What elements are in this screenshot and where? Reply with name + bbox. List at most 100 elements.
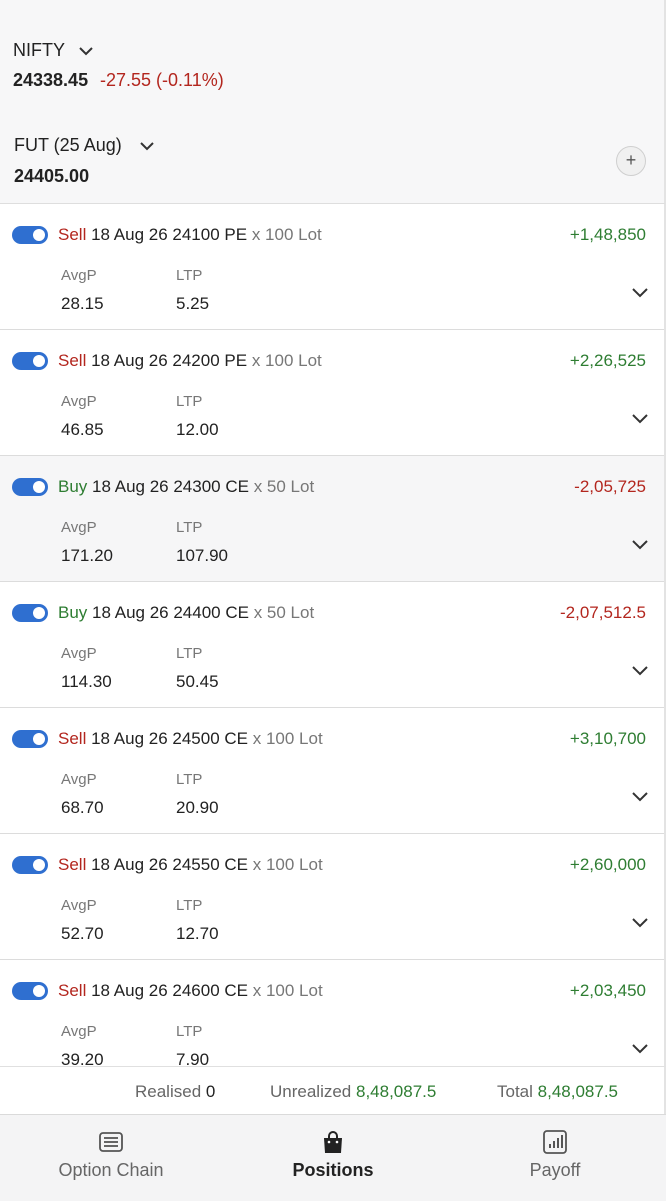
avgp-value: 171.20: [61, 546, 113, 565]
chevron-down-icon[interactable]: [630, 1038, 650, 1058]
avgp-label: AvgP: [61, 645, 97, 662]
avgp-label: AvgP: [61, 771, 97, 788]
total-value: 8,48,087.5: [537, 1082, 619, 1101]
total-summary: Total 8,48,087.5: [497, 1082, 618, 1102]
position-row[interactable]: Buy 18 Aug 26 24300 CE x 50 Lot -2,05,72…: [0, 456, 664, 582]
unrealized-summary: Unrealized 8,48,087.5: [270, 1082, 436, 1102]
position-title: Buy 18 Aug 26 24300 CE x 50 Lot: [58, 477, 314, 497]
nav-option-chain[interactable]: Option Chain: [0, 1115, 222, 1201]
realised-label: Realised: [135, 1082, 202, 1101]
ltp-value: 20.90: [176, 798, 219, 817]
position-lots: x 100 Lot: [252, 729, 323, 748]
chevron-down-icon[interactable]: [630, 786, 650, 806]
position-contract: 18 Aug 26 24600 CE: [91, 981, 249, 1000]
position-title: Sell 18 Aug 26 24600 CE x 100 Lot: [58, 981, 323, 1001]
index-change: -27.55 (-0.11%): [100, 70, 224, 90]
nav-positions[interactable]: Positions: [222, 1115, 444, 1201]
chevron-down-icon[interactable]: [630, 408, 650, 428]
positions-list[interactable]: Sell 18 Aug 26 24100 PE x 100 Lot +1,48,…: [0, 204, 666, 1066]
position-toggle[interactable]: [12, 352, 48, 370]
position-contract: 18 Aug 26 24300 CE: [92, 477, 249, 496]
add-position-button[interactable]: +: [616, 146, 646, 176]
chevron-down-icon: [79, 46, 93, 55]
index-header: NIFTY 24338.45 -27.55 (-0.11%): [0, 0, 666, 118]
unrealized-label: Unrealized: [270, 1082, 352, 1101]
ltp-value: 12.70: [176, 924, 219, 943]
chevron-down-icon[interactable]: [630, 282, 650, 302]
position-side: Buy: [58, 603, 88, 622]
position-toggle[interactable]: [12, 604, 48, 622]
total-label: Total: [497, 1082, 533, 1101]
position-side: Sell: [58, 981, 87, 1000]
position-side: Buy: [58, 477, 88, 496]
avgp-value: 39.20: [61, 1050, 104, 1066]
futures-selector[interactable]: FUT (25 Aug): [14, 135, 156, 156]
position-row[interactable]: Sell 18 Aug 26 24200 PE x 100 Lot +2,26,…: [0, 330, 664, 456]
position-pnl: +2,26,525: [569, 351, 646, 370]
ltp-label: LTP: [176, 519, 203, 536]
nav-payoff[interactable]: Payoff: [444, 1115, 666, 1201]
index-price: 24338.45: [13, 70, 89, 90]
index-name: NIFTY: [13, 40, 65, 60]
position-row[interactable]: Sell 18 Aug 26 24500 CE x 100 Lot +3,10,…: [0, 708, 664, 834]
position-row[interactable]: Buy 18 Aug 26 24400 CE x 50 Lot -2,07,51…: [0, 582, 664, 708]
position-title: Sell 18 Aug 26 24500 CE x 100 Lot: [58, 729, 323, 749]
option-chain-icon: [99, 1132, 123, 1152]
position-toggle[interactable]: [12, 478, 48, 496]
position-row[interactable]: Sell 18 Aug 26 24600 CE x 100 Lot +2,03,…: [0, 960, 664, 1066]
avgp-value: 28.15: [61, 294, 104, 313]
ltp-label: LTP: [176, 393, 203, 410]
position-toggle[interactable]: [12, 982, 48, 1000]
position-title: Sell 18 Aug 26 24200 PE x 100 Lot: [58, 351, 322, 371]
position-toggle[interactable]: [12, 730, 48, 748]
position-lots: x 100 Lot: [252, 855, 323, 874]
realised-summary: Realised 0: [135, 1082, 215, 1102]
ltp-value: 107.90: [176, 546, 228, 565]
nav-label: Positions: [292, 1160, 374, 1180]
chevron-down-icon[interactable]: [630, 660, 650, 680]
position-title: Sell 18 Aug 26 24100 PE x 100 Lot: [58, 225, 322, 245]
avgp-value: 114.30: [61, 672, 112, 691]
futures-price: 24405.00: [14, 166, 90, 186]
shopping-bag-icon: [324, 1131, 342, 1153]
ltp-value: 50.45: [176, 672, 219, 691]
ltp-label: LTP: [176, 771, 203, 788]
ltp-value: 12.00: [176, 420, 219, 439]
position-pnl: +2,60,000: [569, 855, 646, 874]
position-title: Sell 18 Aug 26 24550 CE x 100 Lot: [58, 855, 323, 875]
position-side: Sell: [58, 225, 87, 244]
bottom-nav: Option Chain Positions Payoff: [0, 1114, 666, 1201]
realised-value: 0: [205, 1082, 216, 1101]
position-toggle[interactable]: [12, 856, 48, 874]
position-contract: 18 Aug 26 24500 CE: [91, 729, 249, 748]
position-contract: 18 Aug 26 24200 PE: [91, 351, 248, 370]
position-row[interactable]: Sell 18 Aug 26 24550 CE x 100 Lot +2,60,…: [0, 834, 664, 960]
unrealized-value: 8,48,087.5: [356, 1082, 437, 1101]
avgp-value: 68.70: [61, 798, 104, 817]
position-toggle[interactable]: [12, 226, 48, 244]
avgp-label: AvgP: [61, 1023, 97, 1040]
position-lots: x 100 Lot: [251, 225, 322, 244]
position-title: Buy 18 Aug 26 24400 CE x 50 Lot: [58, 603, 314, 623]
position-row[interactable]: Sell 18 Aug 26 24100 PE x 100 Lot +1,48,…: [0, 204, 664, 330]
position-side: Sell: [58, 855, 87, 874]
position-pnl: +1,48,850: [569, 225, 646, 244]
pnl-summary: Realised 0 Unrealized 8,48,087.5 Total 8…: [0, 1066, 666, 1115]
avgp-value: 52.70: [61, 924, 104, 943]
ltp-label: LTP: [176, 645, 203, 662]
position-side: Sell: [58, 729, 87, 748]
futures-name: FUT (25 Aug): [14, 135, 122, 155]
index-selector[interactable]: NIFTY: [13, 40, 95, 61]
chevron-down-icon[interactable]: [630, 912, 650, 932]
chevron-down-icon[interactable]: [630, 534, 650, 554]
position-pnl: -2,05,725: [574, 477, 646, 496]
position-lots: x 50 Lot: [253, 477, 315, 496]
avgp-label: AvgP: [61, 267, 97, 284]
position-lots: x 100 Lot: [252, 981, 323, 1000]
position-lots: x 100 Lot: [251, 351, 322, 370]
ltp-value: 5.25: [176, 294, 210, 313]
position-contract: 18 Aug 26 24400 CE: [92, 603, 249, 622]
nav-label: Option Chain: [58, 1160, 164, 1180]
nav-label: Payoff: [529, 1160, 581, 1180]
chevron-down-icon: [140, 141, 154, 150]
